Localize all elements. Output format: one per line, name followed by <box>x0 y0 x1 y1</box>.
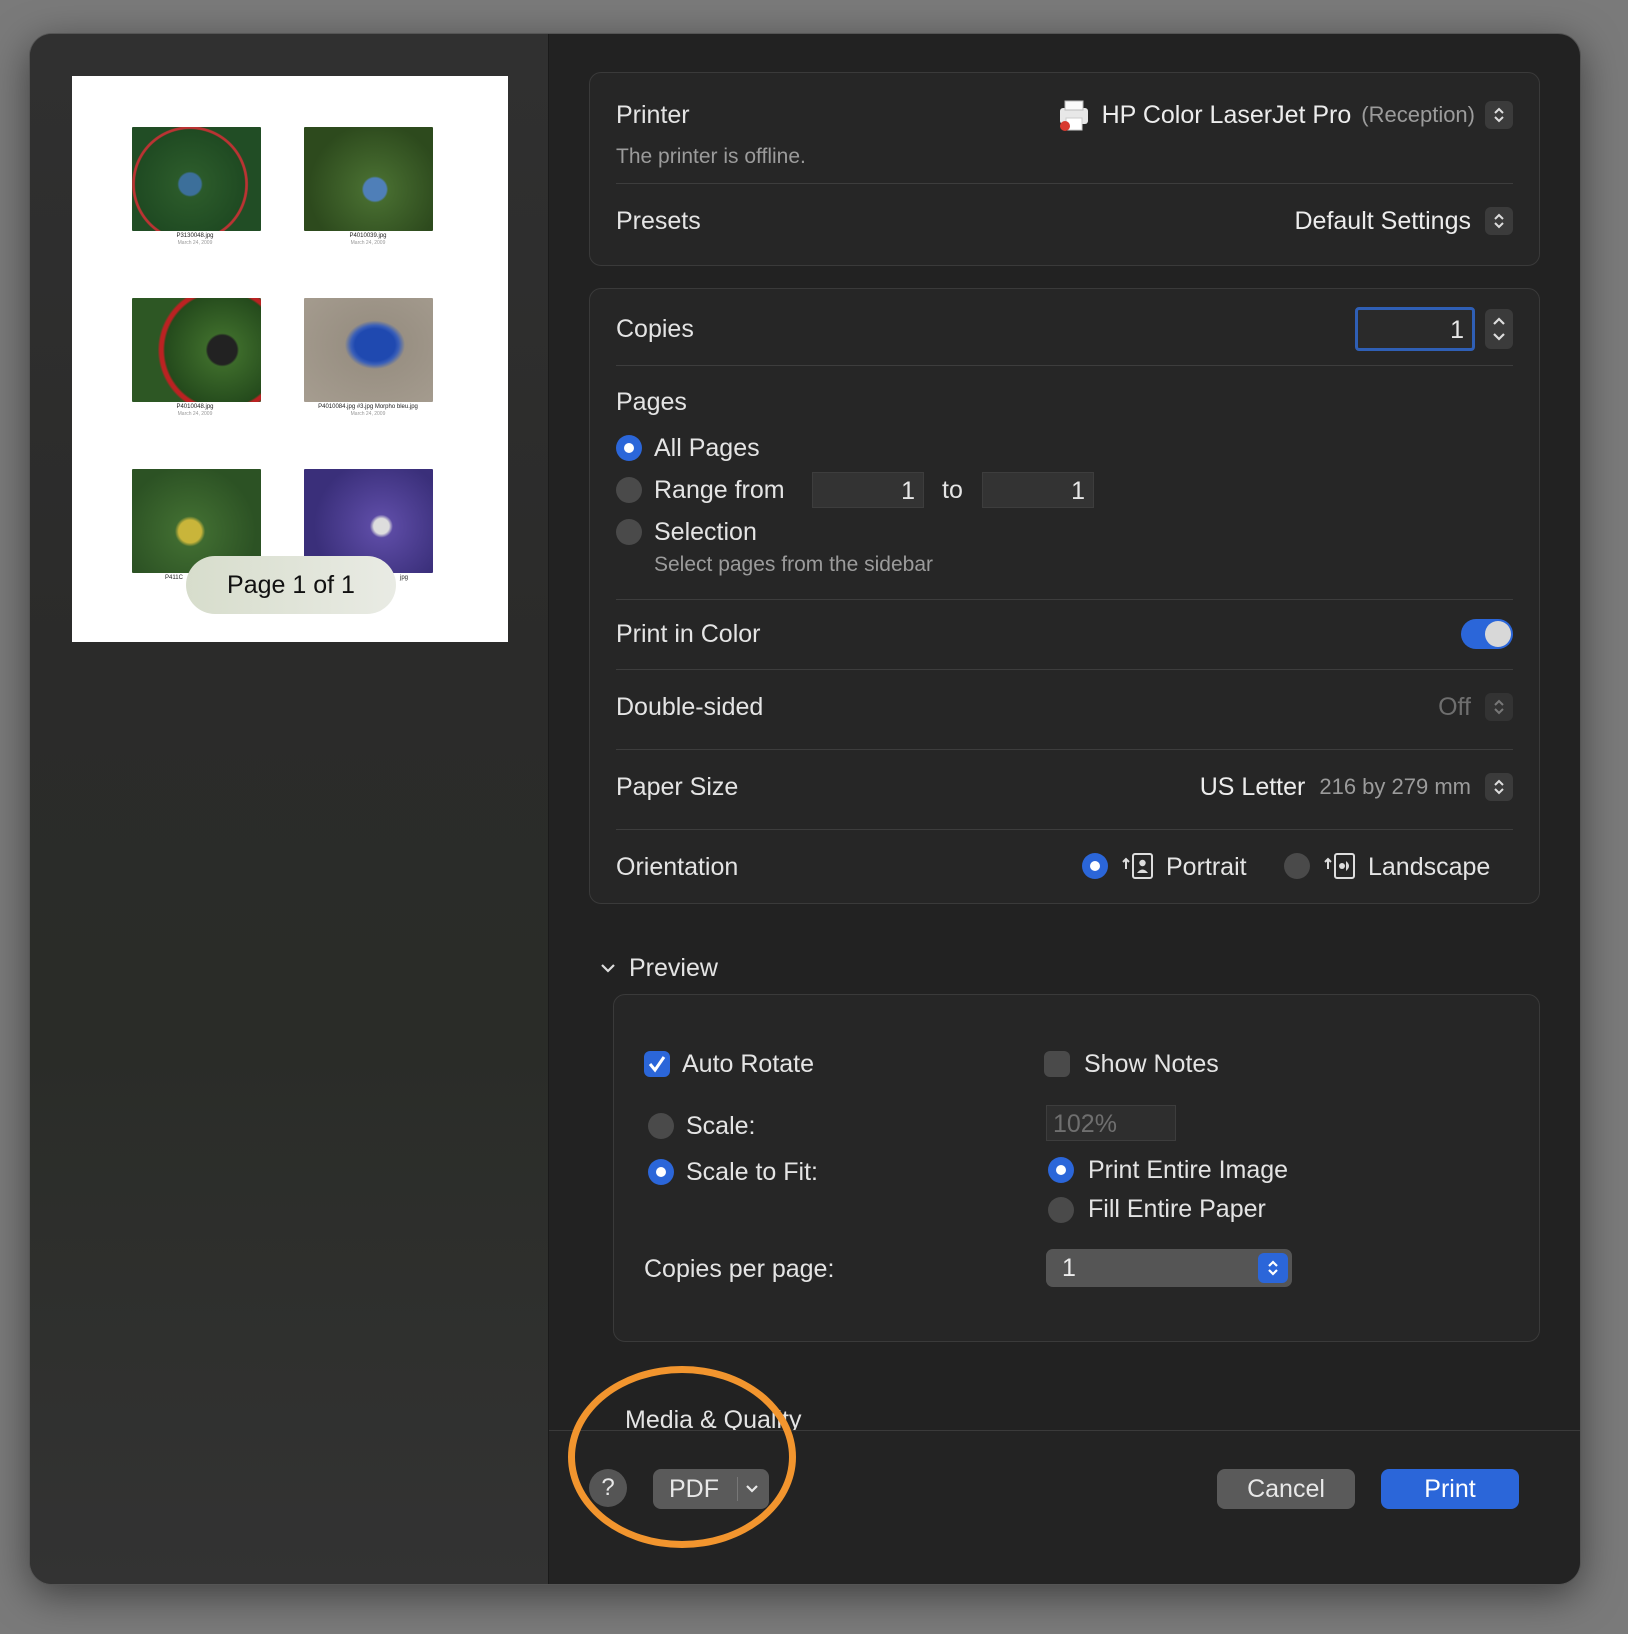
selection-hint: Select pages from the sidebar <box>654 553 933 576</box>
chevron-down-icon <box>746 1485 758 1493</box>
preview-options-card: Auto Rotate Show Notes Scale: 102% Scale… <box>613 994 1540 1342</box>
auto-rotate-checkbox[interactable] <box>644 1051 670 1077</box>
photo-thumbnail <box>304 298 433 402</box>
print-entire-image-label: Print Entire Image <box>1088 1156 1289 1184</box>
photo-caption: P4010048.jpg March 24, 2009 <box>176 404 214 417</box>
printer-status: The printer is offline. <box>616 145 806 168</box>
copies-per-page-label: Copies per page: <box>644 1255 835 1283</box>
photo-caption: P3130048.jpg March 24, 2009 <box>176 233 214 246</box>
portrait-label: Portrait <box>1166 853 1247 881</box>
paper-size-select[interactable]: US Letter 216 by 279 mm <box>1200 767 1513 807</box>
help-button[interactable]: ? <box>589 1469 627 1507</box>
scale-input[interactable]: 102% <box>1046 1105 1176 1141</box>
up-down-chevron-icon <box>1258 1253 1288 1283</box>
all-pages-radio[interactable] <box>616 435 642 461</box>
double-sided-value: Off <box>1438 692 1471 721</box>
auto-rotate-label: Auto Rotate <box>682 1050 815 1078</box>
presets-select[interactable]: Default Settings <box>1294 201 1513 241</box>
printer-label: Printer <box>616 101 690 129</box>
dialog-footer: ? PDF Cancel Print <box>549 1430 1580 1584</box>
landscape-radio[interactable] <box>1284 853 1310 879</box>
copies-label: Copies <box>616 315 694 343</box>
divider <box>616 183 1513 184</box>
scale-to-fit-radio[interactable] <box>648 1159 674 1185</box>
range-radio[interactable] <box>616 477 642 503</box>
selection-radio[interactable] <box>616 519 642 545</box>
presets-value: Default Settings <box>1294 206 1472 235</box>
photo-thumbnail <box>132 298 261 402</box>
up-down-chevron-icon <box>1485 693 1513 721</box>
printer-select[interactable]: HP Color LaserJet Pro (Reception) <box>1056 95 1513 135</box>
portrait-orientation-icon <box>1122 853 1153 879</box>
presets-label: Presets <box>616 207 701 235</box>
pdf-button-label: PDF <box>669 1475 719 1503</box>
range-label: Range from <box>654 476 785 504</box>
up-down-chevron-icon <box>1485 101 1513 129</box>
media-quality-title: Media & Quality <box>625 1408 802 1430</box>
copies-per-page-value: 1 <box>1062 1254 1076 1282</box>
scale-label: Scale: <box>686 1112 756 1140</box>
toggle-knob <box>1485 621 1511 647</box>
options-card: Copies 1 Pages All Pages Range from 1 to… <box>589 288 1540 904</box>
range-from-input[interactable]: 1 <box>812 472 924 508</box>
cancel-button[interactable]: Cancel <box>1217 1469 1355 1509</box>
show-notes-checkbox[interactable] <box>1044 1051 1070 1077</box>
range-to-label: to <box>942 476 963 504</box>
print-dialog: P3130048.jpg March 24, 2009 P4010039.jpg M… <box>30 34 1580 1584</box>
paper-size-label: Paper Size <box>616 773 739 801</box>
pages-label: Pages <box>616 388 687 416</box>
selection-label: Selection <box>654 518 757 546</box>
double-sided-label: Double-sided <box>616 693 764 721</box>
photo-thumbnail <box>304 127 433 231</box>
print-entire-image-radio[interactable] <box>1048 1157 1074 1183</box>
up-down-chevron-icon <box>1493 317 1505 341</box>
media-quality-section-header[interactable]: Media & Quality <box>605 1408 1005 1430</box>
printer-name: HP Color LaserJet Pro <box>1101 100 1352 129</box>
orientation-label: Orientation <box>616 853 739 881</box>
double-sided-select[interactable]: Off <box>1438 687 1513 727</box>
scale-radio[interactable] <box>648 1113 674 1139</box>
paper-size-value: US Letter <box>1199 772 1306 801</box>
photo-caption: P4010084.jpg #3.jpg Morpho bleu.jpg March… <box>318 404 418 417</box>
printer-card: Printer HP Color LaserJet Pro (Reception… <box>589 72 1540 266</box>
preview-sidebar: P3130048.jpg March 24, 2009 P4010039.jpg M… <box>30 34 549 1584</box>
fill-entire-paper-radio[interactable] <box>1048 1197 1074 1223</box>
page-indicator: Page 1 of 1 <box>186 556 396 614</box>
checkmark-icon <box>648 1056 666 1073</box>
preview-section-title: Preview <box>629 953 718 982</box>
paper-size-dims: 216 by 279 mm <box>1319 774 1471 799</box>
range-to-input[interactable]: 1 <box>982 472 1094 508</box>
divider <box>616 365 1513 366</box>
divider <box>616 829 1513 830</box>
divider <box>616 749 1513 750</box>
printer-icon <box>1059 100 1088 131</box>
copies-stepper[interactable] <box>1485 309 1513 349</box>
landscape-orientation-icon <box>1324 853 1355 879</box>
divider <box>616 599 1513 600</box>
show-notes-label: Show Notes <box>1084 1050 1219 1078</box>
up-down-chevron-icon <box>1485 773 1513 801</box>
copies-per-page-select[interactable]: 1 <box>1046 1249 1292 1287</box>
divider <box>616 669 1513 670</box>
photo-caption: P4010039.jpg March 24, 2009 <box>349 233 387 246</box>
up-down-chevron-icon <box>1485 207 1513 235</box>
divider <box>737 1477 738 1501</box>
print-in-color-label: Print in Color <box>616 620 761 648</box>
preview-section-header[interactable]: Preview <box>599 950 718 986</box>
chevron-down-icon <box>601 964 615 973</box>
copies-input[interactable]: 1 <box>1355 307 1475 351</box>
print-button[interactable]: Print <box>1381 1469 1519 1509</box>
fill-entire-paper-label: Fill Entire Paper <box>1088 1195 1266 1223</box>
landscape-label: Landscape <box>1368 853 1491 881</box>
settings-panel: Printer HP Color LaserJet Pro (Reception… <box>549 34 1580 1584</box>
page-thumbnail[interactable]: P3130048.jpg March 24, 2009 P4010039.jpg M… <box>72 76 508 642</box>
printer-location: (Reception) <box>1361 102 1475 127</box>
scale-to-fit-label: Scale to Fit: <box>686 1158 818 1186</box>
all-pages-label: All Pages <box>654 434 760 462</box>
print-in-color-toggle[interactable] <box>1461 619 1513 649</box>
portrait-radio[interactable] <box>1082 853 1108 879</box>
photo-thumbnail <box>132 127 261 231</box>
pdf-menu-button[interactable]: PDF <box>653 1469 769 1509</box>
